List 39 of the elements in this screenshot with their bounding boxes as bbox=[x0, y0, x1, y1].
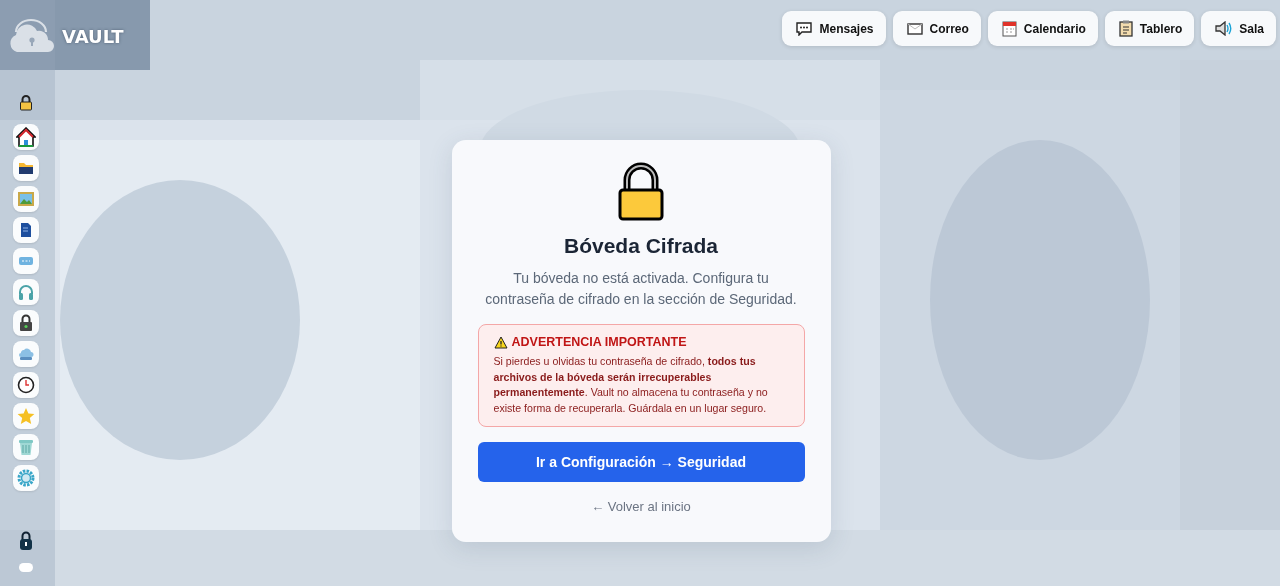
wastebasket-icon bbox=[18, 438, 34, 456]
sidebar-button[interactable] bbox=[13, 155, 39, 181]
cloud-stack-icon bbox=[17, 347, 35, 361]
nav-button[interactable]: Sala bbox=[1201, 11, 1276, 46]
card-title: Bóveda Cifrada bbox=[563, 234, 718, 258]
headphones-icon bbox=[17, 283, 35, 301]
warning-title: ADVERTENCIA IMPORTANTE bbox=[511, 335, 687, 349]
sidebar-button[interactable] bbox=[13, 124, 39, 150]
star-icon bbox=[17, 407, 35, 425]
framed-picture-icon bbox=[17, 191, 35, 207]
sidebar-button[interactable] bbox=[13, 310, 39, 336]
folder-icon bbox=[18, 161, 34, 175]
padlock-icon bbox=[19, 95, 33, 111]
warning-text: Si pierdes u olvidas tu contraseña de cifrado, todos tus archivos de la bóveda serán irrecuperables permanentemente. Vault no almacena tu contraseña y no existe forma de recuperarla. Guárdala en un lugar seguro. bbox=[493, 354, 769, 416]
warning-icon bbox=[493, 335, 508, 349]
back-link[interactable]: ← Volver al inicio bbox=[591, 499, 691, 514]
pill-handle[interactable] bbox=[19, 563, 33, 572]
document-icon bbox=[20, 222, 32, 238]
nav-button[interactable]: Mensajes bbox=[782, 11, 886, 46]
padlock-icon[interactable] bbox=[19, 531, 33, 551]
padlock-icon bbox=[19, 314, 33, 332]
speaker-icon bbox=[1215, 21, 1233, 36]
gear-icon bbox=[17, 469, 35, 487]
envelope-icon bbox=[906, 22, 923, 35]
padlock-icon bbox=[617, 162, 665, 222]
nav-button[interactable]: Correo bbox=[892, 11, 981, 46]
security-settings-button[interactable]: Ir a Configuración → Seguridad bbox=[477, 442, 805, 482]
calendar-icon bbox=[1001, 20, 1017, 37]
clipboard-icon bbox=[1118, 20, 1133, 37]
link-bar-icon bbox=[18, 256, 34, 266]
logo-text: VAULT bbox=[62, 25, 124, 47]
house-icon bbox=[16, 127, 36, 147]
chat-bubble-icon bbox=[796, 21, 813, 36]
card-message: Tu bóveda no está activada. Configura tu contraseña de cifrado en la sección de Seguridad. bbox=[484, 269, 798, 309]
nav-button[interactable]: Calendario bbox=[987, 11, 1098, 46]
sidebar-button[interactable] bbox=[13, 217, 39, 243]
sidebar-button[interactable] bbox=[13, 372, 39, 398]
nav-button[interactable]: Tablero bbox=[1104, 11, 1195, 46]
clock-icon bbox=[17, 376, 35, 394]
